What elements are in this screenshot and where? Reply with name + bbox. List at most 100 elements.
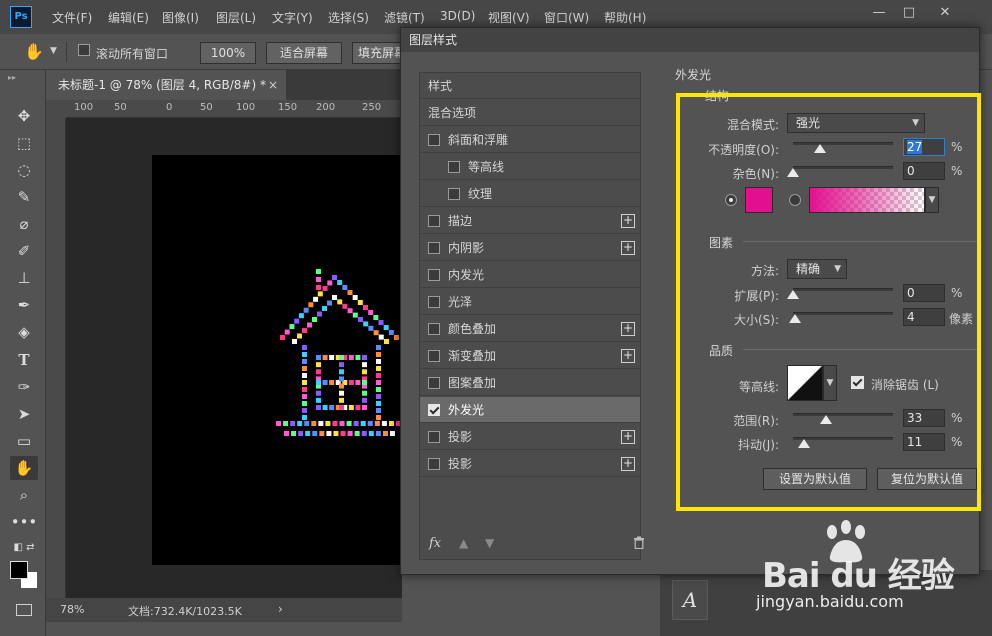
watermark-url: jingyan.baidu.com: [756, 592, 904, 611]
style-item[interactable]: 内阴影 +: [420, 235, 640, 261]
status-menu-icon[interactable]: ›: [278, 602, 283, 616]
style-checkbox[interactable]: [428, 242, 440, 254]
menu-layer[interactable]: 图层(L): [216, 9, 256, 26]
close-window-button[interactable]: ✕: [930, 4, 960, 22]
close-tab-icon[interactable]: ×: [268, 70, 278, 100]
brush-tool-icon[interactable]: ✐: [10, 239, 38, 263]
foreground-color-swatch[interactable]: [10, 561, 28, 579]
swap-colors-icon[interactable]: ◧ ⇄: [10, 536, 38, 560]
stamp-tool-icon[interactable]: ⊥: [10, 266, 38, 290]
lasso-tool-icon[interactable]: ◌: [10, 158, 38, 182]
menu-type[interactable]: 文字(Y): [272, 9, 313, 26]
style-item[interactable]: 纹理: [420, 181, 640, 207]
style-item[interactable]: 内发光: [420, 262, 640, 288]
add-effect-plus-icon[interactable]: +: [621, 214, 635, 228]
eraser-tool-icon[interactable]: ◈: [10, 320, 38, 344]
style-item[interactable]: 斜面和浮雕: [420, 127, 640, 153]
move-tool-icon[interactable]: ✥: [10, 104, 38, 128]
style-item[interactable]: 光泽: [420, 289, 640, 315]
document-canvas[interactable]: [152, 155, 402, 565]
hand-tool-preset-icon[interactable]: ✋: [24, 42, 44, 61]
maximize-button[interactable]: □: [894, 4, 924, 22]
ruler-mark: 50: [114, 102, 127, 113]
style-item-label: 外发光: [448, 403, 485, 417]
zoom-level[interactable]: 78%: [60, 603, 84, 616]
scroll-all-windows-checkbox[interactable]: [78, 44, 90, 56]
menu-3d[interactable]: 3D(D): [440, 9, 475, 23]
trash-icon[interactable]: [633, 536, 645, 553]
zoom-100-button[interactable]: 100%: [200, 42, 256, 64]
style-checkbox[interactable]: [428, 431, 440, 443]
ruler-corner: [46, 100, 66, 118]
add-effect-plus-icon[interactable]: +: [621, 349, 635, 363]
style-checkbox[interactable]: [428, 134, 440, 146]
style-item[interactable]: 外发光: [420, 397, 640, 423]
menu-view[interactable]: 视图(V): [488, 9, 530, 26]
menu-edit[interactable]: 编辑(E): [108, 9, 149, 26]
move-down-icon[interactable]: ▼: [485, 536, 494, 550]
style-item-label: 渐变叠加: [448, 349, 497, 363]
style-checkbox[interactable]: [448, 188, 460, 200]
more-tools-icon[interactable]: •••: [10, 510, 38, 534]
style-item[interactable]: 图案叠加: [420, 370, 640, 396]
style-item[interactable]: 等高线: [420, 154, 640, 180]
move-up-icon[interactable]: ▲: [459, 536, 468, 550]
style-checkbox[interactable]: [428, 323, 440, 335]
photoshop-logo: Ps: [10, 6, 32, 28]
marquee-tool-icon[interactable]: ⬚: [10, 131, 38, 155]
add-effect-plus-icon[interactable]: +: [621, 430, 635, 444]
menu-file[interactable]: 文件(F): [52, 9, 92, 26]
style-checkbox[interactable]: [428, 269, 440, 281]
fit-screen-button[interactable]: 适合屏幕: [266, 42, 342, 64]
ruler-mark: 50: [200, 102, 213, 113]
pen-tool-icon[interactable]: ✑: [10, 375, 38, 399]
style-checkbox[interactable]: [428, 458, 440, 470]
ruler-mark: 150: [278, 102, 298, 113]
style-item[interactable]: 投影 +: [420, 451, 640, 477]
menu-filter[interactable]: 滤镜(T): [384, 9, 425, 26]
style-item-label: 投影: [448, 430, 473, 444]
style-checkbox[interactable]: [428, 350, 440, 362]
menu-window[interactable]: 窗口(W): [544, 9, 589, 26]
style-item[interactable]: 混合选项: [420, 100, 640, 126]
style-item-label: 纹理: [468, 187, 493, 201]
add-effect-plus-icon[interactable]: +: [621, 241, 635, 255]
minimize-button[interactable]: —: [864, 4, 894, 22]
style-checkbox[interactable]: [448, 161, 460, 173]
menu-help[interactable]: 帮助(H): [604, 9, 646, 26]
scroll-all-windows-label: 滚动所有窗口: [96, 47, 169, 61]
panel-collapse-icon[interactable]: ▸▸: [8, 73, 16, 82]
style-item[interactable]: 描边 +: [420, 208, 640, 234]
path-select-tool-icon[interactable]: ➤: [10, 402, 38, 426]
zoom-tool-icon[interactable]: ⌕: [10, 483, 38, 507]
character-panel-icon[interactable]: A: [672, 580, 708, 620]
style-checkbox[interactable]: [428, 215, 440, 227]
status-bar: 78% 文档:732.4K/1023.5K ›: [46, 598, 402, 622]
add-effect-plus-icon[interactable]: +: [621, 457, 635, 471]
menu-select[interactable]: 选择(S): [328, 9, 369, 26]
add-effect-plus-icon[interactable]: +: [621, 322, 635, 336]
style-checkbox[interactable]: [428, 296, 440, 308]
rectangle-tool-icon[interactable]: ▭: [10, 429, 38, 453]
fx-icon[interactable]: fx: [429, 536, 441, 551]
style-checkbox[interactable]: [428, 404, 440, 416]
document-tab[interactable]: 未标题-1 @ 78% (图层 4, RGB/8#) * ×: [46, 70, 286, 100]
eyedropper-tool-icon[interactable]: ⌀: [10, 212, 38, 236]
menu-image[interactable]: 图像(I): [162, 9, 199, 26]
style-item[interactable]: 投影 +: [420, 424, 640, 450]
type-tool-icon[interactable]: T: [10, 348, 38, 372]
quick-mask-icon[interactable]: [16, 604, 32, 616]
style-item-label: 颜色叠加: [448, 322, 497, 336]
style-checkbox[interactable]: [428, 377, 440, 389]
style-item-label: 描边: [448, 214, 473, 228]
hand-tool-icon[interactable]: ✋: [10, 456, 38, 480]
dialog-title[interactable]: 图层样式: [401, 28, 979, 52]
style-item[interactable]: 样式: [420, 73, 640, 99]
style-item[interactable]: 渐变叠加 +: [420, 343, 640, 369]
outer-glow-heading: 外发光: [675, 68, 712, 82]
style-item-label: 投影: [448, 457, 473, 471]
chevron-down-icon[interactable]: ▼: [50, 46, 57, 56]
history-brush-tool-icon[interactable]: ✒: [10, 293, 38, 317]
quick-select-tool-icon[interactable]: ✎: [10, 185, 38, 209]
style-item[interactable]: 颜色叠加 +: [420, 316, 640, 342]
